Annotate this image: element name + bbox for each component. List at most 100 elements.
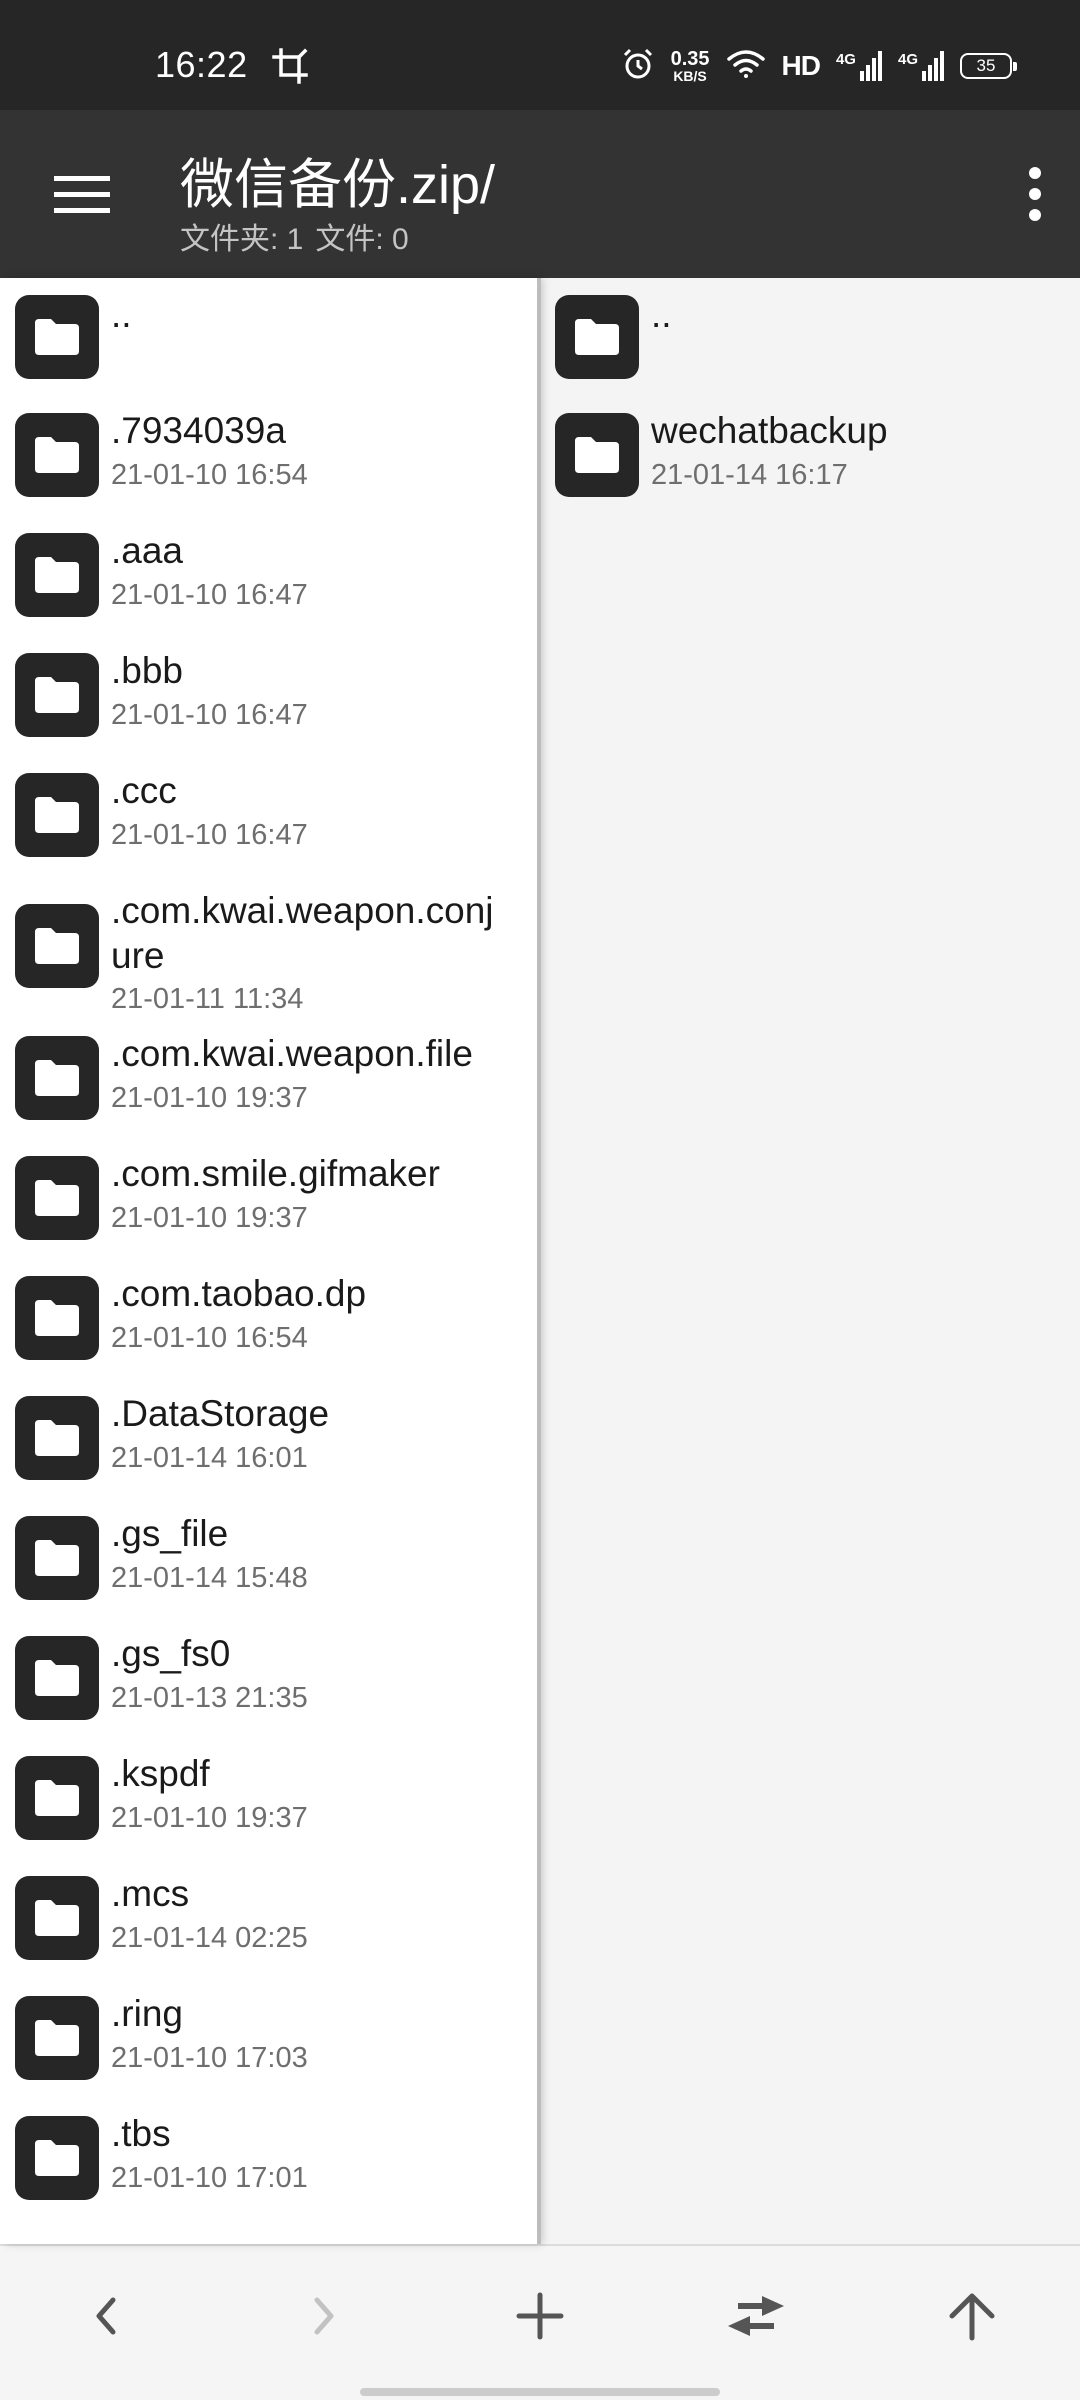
net-speed-value: 0.35 bbox=[670, 48, 710, 70]
item-name: .mcs bbox=[111, 1873, 190, 1914]
signal-label: 4G bbox=[835, 51, 856, 68]
folder-icon bbox=[555, 295, 639, 379]
add-button[interactable] bbox=[500, 2276, 580, 2356]
item-name-line-1: .com.kwai.weapon.conj bbox=[111, 890, 494, 931]
hamburger-icon bbox=[54, 176, 110, 213]
signal-icon: 4G bbox=[898, 51, 944, 81]
list-item[interactable]: .gs_file 21-01-14 15:48 bbox=[0, 1499, 537, 1619]
list-item[interactable]: .7934039a 21-01-10 16:54 bbox=[0, 396, 537, 516]
list-item[interactable]: .ccc 21-01-10 16:47 bbox=[0, 756, 537, 876]
folder-icon bbox=[15, 1996, 99, 2080]
folder-icon bbox=[15, 2116, 99, 2200]
left-file-pane[interactable]: .. .7934039a 21-01-10 16:54 .aaa 21-01-1… bbox=[0, 278, 537, 2244]
item-date: 21-01-10 16:54 bbox=[111, 1322, 308, 1354]
list-item[interactable]: wechatbackup 21-01-14 16:17 bbox=[540, 396, 1080, 516]
folder-icon bbox=[15, 1636, 99, 1720]
more-vertical-icon bbox=[1029, 167, 1041, 221]
folder-icon bbox=[15, 773, 99, 857]
list-item[interactable]: .ring 21-01-10 17:03 bbox=[0, 1979, 537, 2099]
item-name: .com.taobao.dp bbox=[111, 1273, 367, 1314]
folder-icon bbox=[15, 533, 99, 617]
item-date: 21-01-10 17:03 bbox=[111, 2042, 308, 2074]
folder-icon bbox=[15, 1876, 99, 1960]
list-item[interactable]: .tbs 21-01-10 17:01 bbox=[0, 2099, 537, 2219]
folder-icon bbox=[15, 1036, 99, 1120]
item-name: wechatbackup bbox=[651, 410, 888, 451]
item-name: .gs_fs0 bbox=[111, 1633, 231, 1674]
home-indicator[interactable] bbox=[360, 2388, 720, 2396]
item-name: .. bbox=[651, 294, 672, 335]
status-bar: 16:22 0.35 KB/S HD 4G 4G 35 bbox=[0, 0, 1080, 110]
item-date: 21-01-14 15:48 bbox=[111, 1562, 308, 1594]
item-date: 21-01-14 02:25 bbox=[111, 1922, 308, 1954]
folder-icon bbox=[15, 1156, 99, 1240]
more-options-button[interactable] bbox=[990, 164, 1080, 224]
item-name: .bbb bbox=[111, 650, 184, 691]
chevron-right-icon bbox=[314, 2297, 334, 2335]
net-speed-indicator: 0.35 KB/S bbox=[671, 49, 710, 83]
list-item[interactable]: .com.kwai.weapon.file 21-01-10 19:37 bbox=[0, 1019, 537, 1139]
swap-panes-button[interactable] bbox=[716, 2276, 796, 2356]
list-item[interactable]: .DataStorage 21-01-14 16:01 bbox=[0, 1379, 537, 1499]
item-date: 21-01-11 11:34 bbox=[111, 983, 304, 1015]
folder-icon bbox=[555, 413, 639, 497]
page-title: 微信备份.zip/ bbox=[180, 155, 496, 215]
bottom-toolbar bbox=[0, 2244, 1080, 2400]
right-file-pane[interactable]: .. wechatbackup 21-01-14 16:17 bbox=[540, 278, 1080, 2244]
item-date: 21-01-10 16:54 bbox=[111, 459, 308, 491]
folder-icon bbox=[15, 653, 99, 737]
item-name-line-2: ure bbox=[111, 935, 165, 976]
parent-directory-item[interactable]: .. bbox=[540, 278, 1080, 396]
go-up-button[interactable] bbox=[932, 2276, 1012, 2356]
list-item[interactable]: .bbb 21-01-10 16:47 bbox=[0, 636, 537, 756]
chevron-left-icon bbox=[96, 2297, 116, 2335]
signal-label: 4G bbox=[897, 51, 918, 68]
item-date: 21-01-10 19:37 bbox=[111, 1082, 308, 1114]
net-speed-unit: KB/S bbox=[673, 68, 707, 84]
list-item[interactable]: .kspdf 21-01-10 19:37 bbox=[0, 1739, 537, 1859]
status-icons: 0.35 KB/S HD 4G 4G 35 bbox=[621, 46, 1017, 86]
item-name: .. bbox=[111, 294, 132, 335]
back-button[interactable] bbox=[66, 2276, 146, 2356]
menu-button[interactable] bbox=[52, 170, 112, 220]
item-name: .ring bbox=[111, 1993, 183, 2034]
item-date: 21-01-10 19:37 bbox=[111, 1202, 308, 1234]
parent-directory-item[interactable]: .. bbox=[0, 278, 537, 396]
item-name: .ccc bbox=[111, 770, 177, 811]
swap-horizontal-icon bbox=[728, 2296, 784, 2336]
wifi-icon bbox=[726, 48, 766, 85]
list-item[interactable]: .com.smile.gifmaker 21-01-10 19:37 bbox=[0, 1139, 537, 1259]
list-item[interactable]: .com.kwai.weapon.conj ure 21-01-11 11:34 bbox=[0, 876, 537, 1019]
folder-count: 文件夹: 1 bbox=[180, 223, 304, 256]
battery-icon: 35 bbox=[960, 53, 1017, 79]
page-subtitle: 文件夹: 1 文件: 0 bbox=[180, 214, 421, 258]
item-name: .gs_file bbox=[111, 1513, 229, 1554]
folder-icon bbox=[15, 904, 99, 988]
list-item[interactable]: .aaa 21-01-10 16:47 bbox=[0, 516, 537, 636]
pane-divider[interactable] bbox=[537, 278, 541, 2244]
hd-label: HD bbox=[781, 50, 821, 81]
item-name: .7934039a bbox=[111, 410, 286, 451]
list-item[interactable]: .gs_fs0 21-01-13 21:35 bbox=[0, 1619, 537, 1739]
item-date: 21-01-10 16:47 bbox=[111, 579, 308, 611]
folder-icon bbox=[15, 1756, 99, 1840]
list-item[interactable]: .mcs 21-01-14 02:25 bbox=[0, 1859, 537, 1979]
item-name: .tbs bbox=[111, 2113, 171, 2154]
item-name: .aaa bbox=[111, 530, 184, 571]
item-name: .com.kwai.weapon.file bbox=[111, 1033, 473, 1074]
list-item[interactable]: .com.taobao.dp 21-01-10 16:54 bbox=[0, 1259, 537, 1379]
file-count: 文件: 0 bbox=[315, 223, 409, 256]
crop-rotate-icon bbox=[272, 48, 308, 89]
item-date: 21-01-10 17:01 bbox=[111, 2162, 308, 2194]
app-bar: 微信备份.zip/ 文件夹: 1 文件: 0 bbox=[0, 110, 1080, 278]
item-name: .DataStorage bbox=[111, 1393, 330, 1434]
forward-button[interactable] bbox=[284, 2276, 364, 2356]
folder-icon bbox=[15, 295, 99, 379]
item-date: 21-01-13 21:35 bbox=[111, 1682, 308, 1714]
alarm-icon bbox=[621, 47, 655, 86]
item-date: 21-01-14 16:01 bbox=[111, 1442, 308, 1474]
plus-icon bbox=[516, 2292, 564, 2340]
folder-icon bbox=[15, 1516, 99, 1600]
signal-icon: 4G bbox=[836, 51, 882, 81]
item-date: 21-01-10 19:37 bbox=[111, 1802, 308, 1834]
